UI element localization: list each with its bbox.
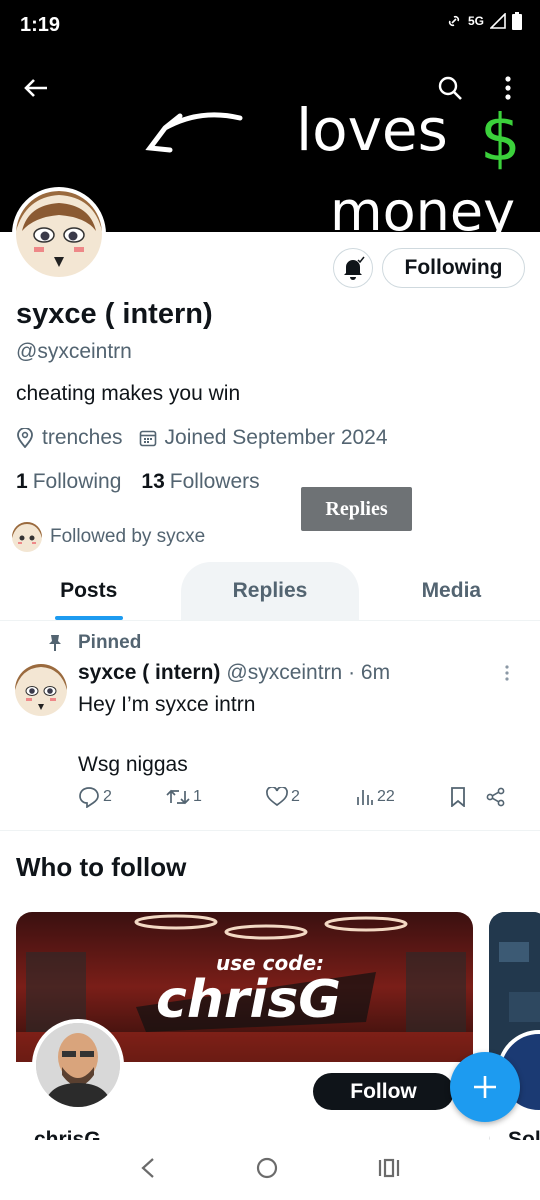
joined-text: Joined September 2024 bbox=[164, 426, 388, 449]
nav-recents-button[interactable] bbox=[378, 1158, 400, 1183]
more-vertical-icon bbox=[505, 76, 511, 100]
share-button[interactable] bbox=[486, 787, 506, 807]
repost-count: 1 bbox=[193, 788, 202, 805]
post-text: Hey I’m syxce intrn Wsg niggas bbox=[78, 693, 256, 776]
post-author-name[interactable]: syxce ( intern) bbox=[78, 661, 220, 685]
tab-media[interactable]: Media bbox=[363, 562, 540, 620]
pin-icon bbox=[49, 635, 61, 651]
reply-count: 2 bbox=[103, 788, 112, 805]
card2-name[interactable]: Sol bbox=[508, 1128, 540, 1140]
repost-button[interactable]: 1 bbox=[166, 787, 266, 807]
follow-stats: 1 Following 13 Followers bbox=[16, 470, 280, 494]
anime-avatar-image bbox=[16, 191, 102, 277]
like-button[interactable]: 2 bbox=[266, 787, 356, 807]
nav-back-button[interactable] bbox=[140, 1157, 156, 1184]
nav-home-button[interactable] bbox=[255, 1156, 279, 1185]
following-count-link[interactable]: 1 Following bbox=[16, 470, 121, 494]
plus-icon bbox=[474, 1076, 496, 1098]
location-text: trenches bbox=[42, 426, 123, 449]
followers-count: 13 bbox=[141, 470, 165, 493]
tab-replies[interactable]: Replies bbox=[181, 562, 359, 620]
signal-icon bbox=[490, 13, 506, 29]
chevron-left-icon bbox=[141, 1157, 154, 1178]
home-circle-icon bbox=[256, 1157, 278, 1178]
banner-dollar: $ bbox=[480, 102, 521, 176]
profile-handle: @syxceintrn bbox=[16, 340, 132, 363]
battery-icon bbox=[512, 12, 522, 30]
share-icon bbox=[486, 787, 505, 807]
heart-icon bbox=[266, 787, 288, 807]
card-name-chrisg[interactable]: chrisG bbox=[34, 1128, 101, 1140]
back-arrow-icon bbox=[24, 79, 47, 97]
back-button[interactable] bbox=[16, 68, 56, 108]
compose-fab[interactable] bbox=[450, 1052, 520, 1122]
like-count: 2 bbox=[291, 788, 300, 805]
views-chart-icon bbox=[357, 790, 373, 805]
followers-count-link[interactable]: 13 Followers bbox=[141, 470, 259, 494]
banner-text-money: money bbox=[330, 180, 515, 232]
post-more-button[interactable] bbox=[504, 664, 510, 687]
more-vertical-icon bbox=[505, 665, 509, 681]
follower-avatar bbox=[12, 522, 42, 552]
profile-tabs: Posts Replies Media bbox=[0, 562, 540, 621]
notifications-bell-button[interactable] bbox=[333, 248, 373, 288]
reply-icon bbox=[79, 787, 99, 808]
bald-man-avatar-image bbox=[36, 1023, 120, 1107]
views-button[interactable]: 22 bbox=[356, 788, 450, 806]
link-icon bbox=[448, 15, 460, 27]
profile-name: syxce ( intern) bbox=[16, 298, 213, 330]
followed-by-row[interactable]: Followed by sycxe bbox=[12, 522, 205, 552]
status-icons: 5G bbox=[446, 12, 522, 30]
profile-avatar[interactable] bbox=[12, 187, 106, 281]
post-author-meta: @syxceintrn · 6m bbox=[226, 661, 391, 684]
pinned-text: Pinned bbox=[78, 632, 142, 653]
views-count: 22 bbox=[377, 788, 395, 805]
system-nav-bar bbox=[0, 1140, 540, 1200]
profile-meta: trenches Joined September 2024 bbox=[16, 426, 404, 450]
location-item: trenches bbox=[16, 426, 123, 450]
tooltip: Replies bbox=[301, 487, 412, 531]
bookmark-button[interactable] bbox=[450, 787, 486, 807]
search-button[interactable] bbox=[430, 68, 470, 108]
following-count: 1 bbox=[16, 470, 28, 493]
followed-by-text: Followed by sycxe bbox=[50, 526, 206, 547]
section-divider bbox=[0, 830, 540, 831]
repost-icon bbox=[166, 789, 190, 805]
recents-icon bbox=[379, 1158, 400, 1177]
follow-button[interactable]: Follow bbox=[313, 1073, 454, 1110]
reply-button[interactable]: 2 bbox=[78, 786, 166, 808]
joined-item: Joined September 2024 bbox=[139, 426, 388, 450]
calendar-icon bbox=[139, 430, 156, 447]
status-time: 1:19 bbox=[20, 14, 61, 36]
network-label: 5G bbox=[467, 14, 484, 28]
profile-bio: cheating makes you win bbox=[16, 382, 241, 405]
card-banner-big-text: chrisG bbox=[156, 970, 341, 1030]
post-header: syxce ( intern) @syxceintrn · 6m bbox=[78, 661, 390, 685]
following-label: Following bbox=[32, 470, 122, 493]
following-button[interactable]: Following bbox=[382, 248, 525, 288]
bell-check-icon bbox=[344, 256, 365, 280]
followers-label: Followers bbox=[169, 470, 260, 493]
more-options-button[interactable] bbox=[488, 68, 528, 108]
banner-text-loves: loves bbox=[296, 96, 448, 164]
post-actions: 2 1 2 22 bbox=[78, 786, 518, 808]
search-icon bbox=[438, 76, 462, 100]
tab-posts[interactable]: Posts bbox=[0, 562, 177, 620]
location-pin-icon bbox=[17, 428, 33, 448]
bookmark-icon bbox=[451, 787, 465, 807]
post-author-avatar[interactable] bbox=[15, 664, 67, 716]
who-to-follow-title: Who to follow bbox=[16, 852, 187, 882]
chrisg-avatar[interactable] bbox=[32, 1019, 124, 1111]
pinned-label-row: Pinned bbox=[48, 632, 141, 654]
